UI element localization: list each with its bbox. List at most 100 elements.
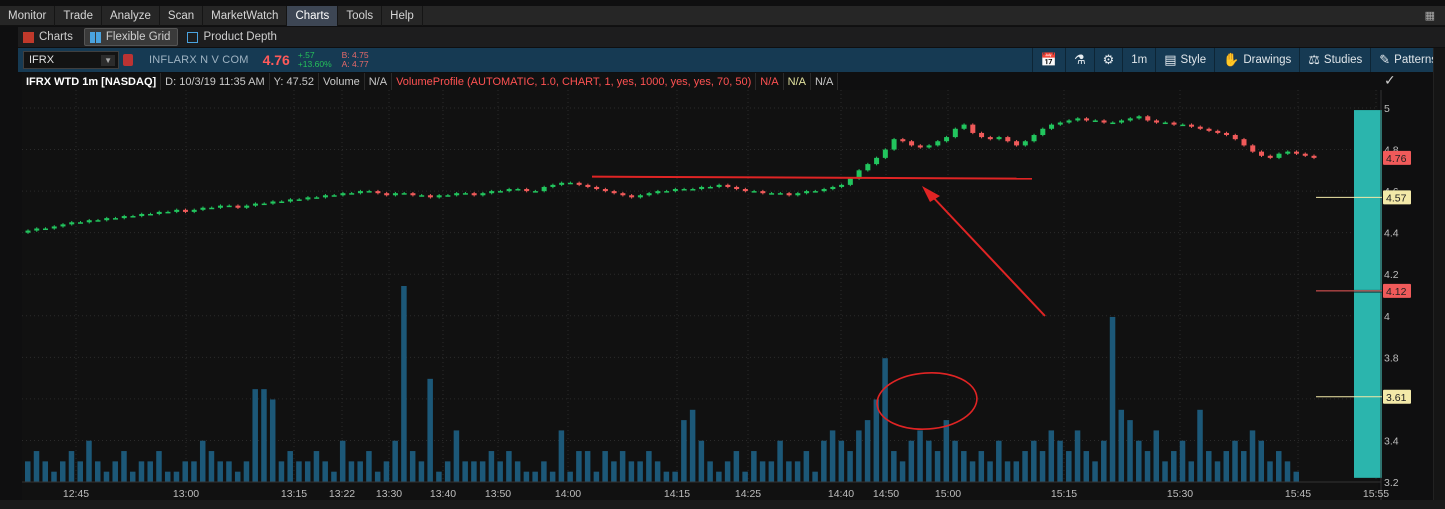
candle-body	[1101, 120, 1107, 123]
chart-settings-icon[interactable]: ✓	[1384, 72, 1396, 89]
volume-bar	[1066, 451, 1072, 482]
subtab-charts[interactable]: Charts	[18, 28, 80, 46]
candle-body	[42, 228, 48, 231]
volume-bar	[856, 430, 862, 482]
volume-bar	[829, 430, 836, 482]
menu-analyze[interactable]: Analyze	[102, 5, 160, 26]
chart-header: IFRX WTD 1m [NASDAQ] D: 10/3/19 11:35 AM…	[22, 73, 839, 91]
toolbar-right-group: 📅 ⚗ ⚙ 1m ▤ Style ✋ Drawings ⚖ Studies ✎ Patt…	[1031, 48, 1445, 72]
candle-body	[576, 182, 582, 185]
volume-bar	[462, 461, 468, 482]
candle-body	[795, 193, 801, 196]
price-chart[interactable]: 54.84.64.44.243.83.63.43.24.764.574.123.…	[0, 90, 1433, 500]
price-label-text: 3.61	[1386, 392, 1407, 404]
volume-bar	[646, 451, 652, 482]
volume-bar	[812, 471, 818, 482]
candle-body	[1057, 122, 1063, 125]
x-tick-label: 15:00	[935, 488, 961, 500]
menu-marketwatch[interactable]: MarketWatch	[203, 5, 288, 26]
volume-bar	[1039, 451, 1046, 482]
candle-body	[550, 184, 556, 187]
volume-bar	[1276, 451, 1282, 482]
volume-bar	[742, 471, 748, 482]
x-tick-label: 13:50	[485, 488, 511, 500]
candle-body	[1294, 151, 1300, 154]
menu-trade[interactable]: Trade	[55, 5, 102, 26]
volume-bar	[348, 461, 355, 482]
candle-body	[611, 191, 617, 194]
volume-profile-study-label[interactable]: VolumeProfile (AUTOMATIC, 1.0, CHART, 1,…	[392, 73, 757, 91]
volume-bar	[296, 461, 302, 482]
studies-flask-icon: ⚖	[1308, 52, 1320, 67]
x-tick-label: 15:45	[1285, 488, 1311, 500]
style-button[interactable]: ▤ Style	[1155, 48, 1214, 72]
volume-study-label[interactable]: Volume	[319, 73, 365, 91]
candle-body	[987, 137, 993, 140]
candle-body	[935, 141, 941, 146]
timeframe-label: 1m	[1131, 54, 1148, 66]
timeframe-button[interactable]: 1m	[1122, 48, 1155, 72]
volume-bar	[287, 451, 293, 482]
flask-button[interactable]: ⚗	[1064, 48, 1094, 72]
volume-bar	[1013, 461, 1020, 482]
menu-charts[interactable]: Charts	[287, 5, 339, 26]
right-scrollbar[interactable]	[1433, 48, 1445, 509]
volume-bar	[1249, 430, 1256, 482]
volume-bar	[768, 461, 775, 482]
volume-bar	[436, 471, 442, 482]
candle-body	[1162, 122, 1168, 125]
volume-bar	[366, 451, 372, 482]
studies-button[interactable]: ⚖ Studies	[1299, 48, 1370, 72]
volume-bar	[339, 440, 346, 482]
candle-body	[917, 145, 923, 148]
candle-body	[296, 199, 302, 201]
calendar-icon: 📅	[1040, 52, 1057, 67]
volume-bar	[1101, 440, 1107, 482]
chevron-down-icon[interactable]: ▼	[101, 54, 115, 66]
subtab-product-depth[interactable]: Product Depth	[182, 28, 284, 46]
link-lock-icon[interactable]	[123, 54, 133, 66]
subtab-flexible-grid[interactable]: Flexible Grid	[83, 28, 179, 46]
price-change: +.57 +13.60%	[298, 51, 332, 69]
volume-bar	[488, 451, 495, 482]
chart-toolbar: IFRX ▼ INFLARX N V COM 4.76 +.57 +13.60%…	[18, 48, 1445, 72]
volume-bar	[59, 461, 66, 482]
bottom-scrollbar[interactable]	[0, 500, 1445, 509]
volume-bar	[313, 451, 320, 482]
settings-button[interactable]: ⚙	[1093, 48, 1123, 72]
menu-tools[interactable]: Tools	[338, 5, 383, 26]
price-label-text: 4.76	[1386, 153, 1407, 165]
volume-bar	[94, 461, 101, 482]
vp-value-1: N/A	[756, 73, 784, 91]
menu-monitor[interactable]: Monitor	[0, 5, 56, 26]
candle-body	[130, 216, 136, 218]
drawings-button[interactable]: ✋ Drawings	[1214, 48, 1299, 72]
grid-menu-icon[interactable]: ▦	[1425, 9, 1435, 22]
candle-body	[200, 207, 206, 210]
candle-body	[812, 191, 818, 193]
volume-bar	[523, 471, 530, 482]
candle-body	[375, 191, 381, 194]
menu-help[interactable]: Help	[382, 5, 423, 26]
candle-body	[165, 211, 171, 214]
menu-scan[interactable]: Scan	[160, 5, 204, 26]
volume-bar	[838, 440, 845, 482]
calendar-button[interactable]: 📅	[1031, 48, 1065, 72]
volume-bar	[637, 461, 643, 482]
volume-bar	[374, 471, 381, 482]
candle-body	[147, 213, 153, 216]
charts-icon	[23, 31, 34, 43]
main-menu-bar: Monitor Trade Analyze Scan MarketWatch C…	[0, 5, 1445, 26]
volume-bar	[873, 399, 880, 482]
window-controls: ▦	[1425, 9, 1445, 22]
candle-body	[235, 205, 241, 208]
symbol-input[interactable]: IFRX ▼	[23, 51, 119, 69]
volume-bar	[68, 451, 75, 482]
candle-body	[847, 178, 853, 185]
volume-bar	[934, 451, 941, 482]
volume-bar	[208, 451, 215, 482]
gear-icon: ⚙	[1102, 52, 1115, 67]
volume-bar	[724, 461, 731, 482]
candle-body	[34, 228, 40, 231]
candle-body	[305, 197, 311, 200]
